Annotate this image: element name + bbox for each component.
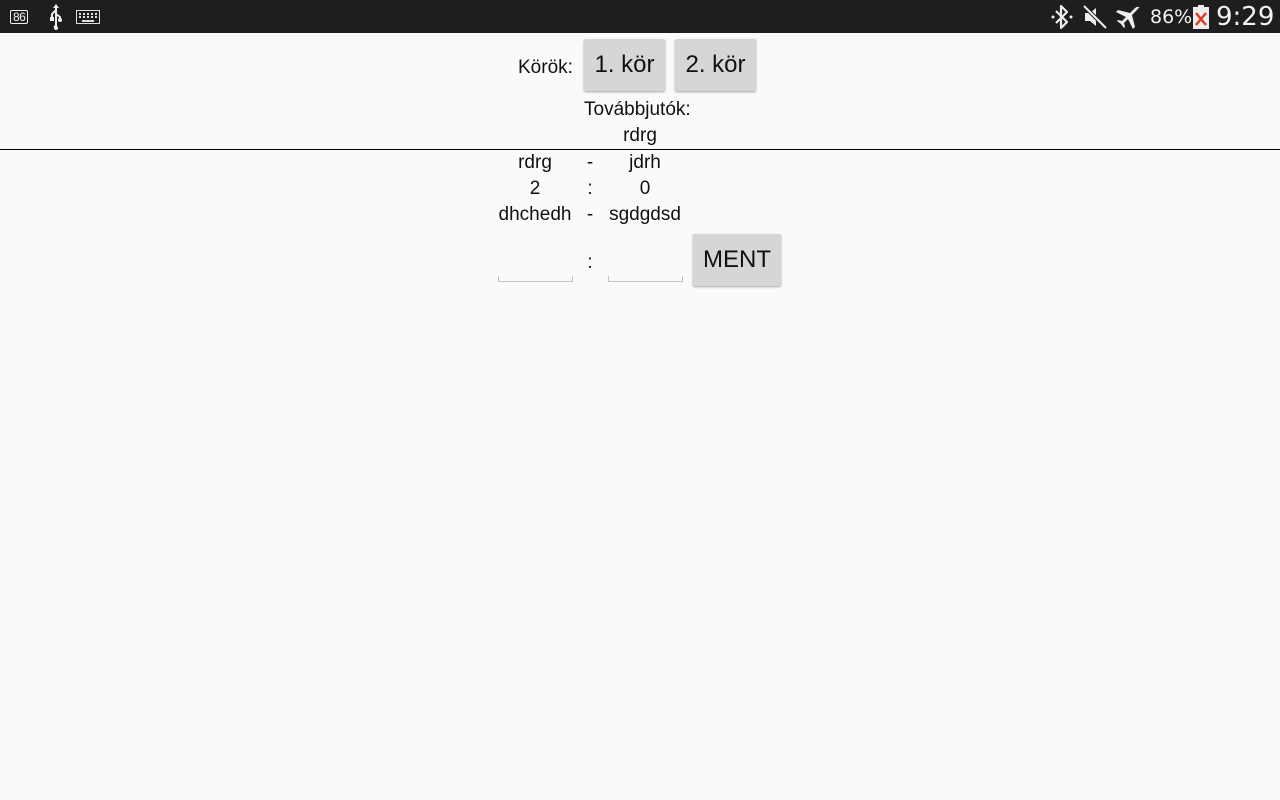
match-separator: - [586, 152, 594, 173]
match-away: sgdgdsd [609, 204, 681, 225]
match-separator: - [586, 204, 594, 225]
notification-badge-text: 86 [10, 9, 29, 24]
usb-icon [47, 0, 65, 33]
match-home: dhchedh [498, 204, 572, 225]
round-2-button[interactable]: 2. kör [675, 39, 756, 91]
match-away: jdrh [629, 152, 661, 173]
tournament-screen: Körök: 1. kör 2. kör Továbbjutók: rdrg r… [0, 33, 1280, 800]
save-button[interactable]: MENT [693, 234, 781, 286]
keyboard-icon [76, 0, 100, 33]
score-separator: : [587, 252, 593, 273]
round-1-button[interactable]: 1. kör [584, 39, 665, 91]
battery-icon [1192, 0, 1210, 33]
away-score-input[interactable] [608, 239, 683, 283]
battery-percent: 86% [1150, 5, 1193, 28]
match-home-score: 2 [529, 178, 541, 199]
home-score-input[interactable] [498, 239, 573, 283]
match-home: rdrg [518, 152, 552, 173]
mute-icon [1082, 0, 1108, 33]
airplane-mode-icon [1114, 0, 1142, 33]
divider [0, 149, 1280, 150]
match-away-score: 0 [639, 178, 651, 199]
bluetooth-icon [1050, 0, 1074, 33]
advancing-player: rdrg [623, 125, 657, 146]
clock: 9:29 [1216, 1, 1275, 32]
rounds-label: Körök: [518, 57, 573, 78]
notification-86-icon: 86 [10, 0, 29, 33]
match-score-separator: : [587, 178, 593, 199]
status-bar: 86 86% 9:29 [0, 0, 1280, 33]
advancing-label: Továbbjutók: [584, 99, 691, 120]
